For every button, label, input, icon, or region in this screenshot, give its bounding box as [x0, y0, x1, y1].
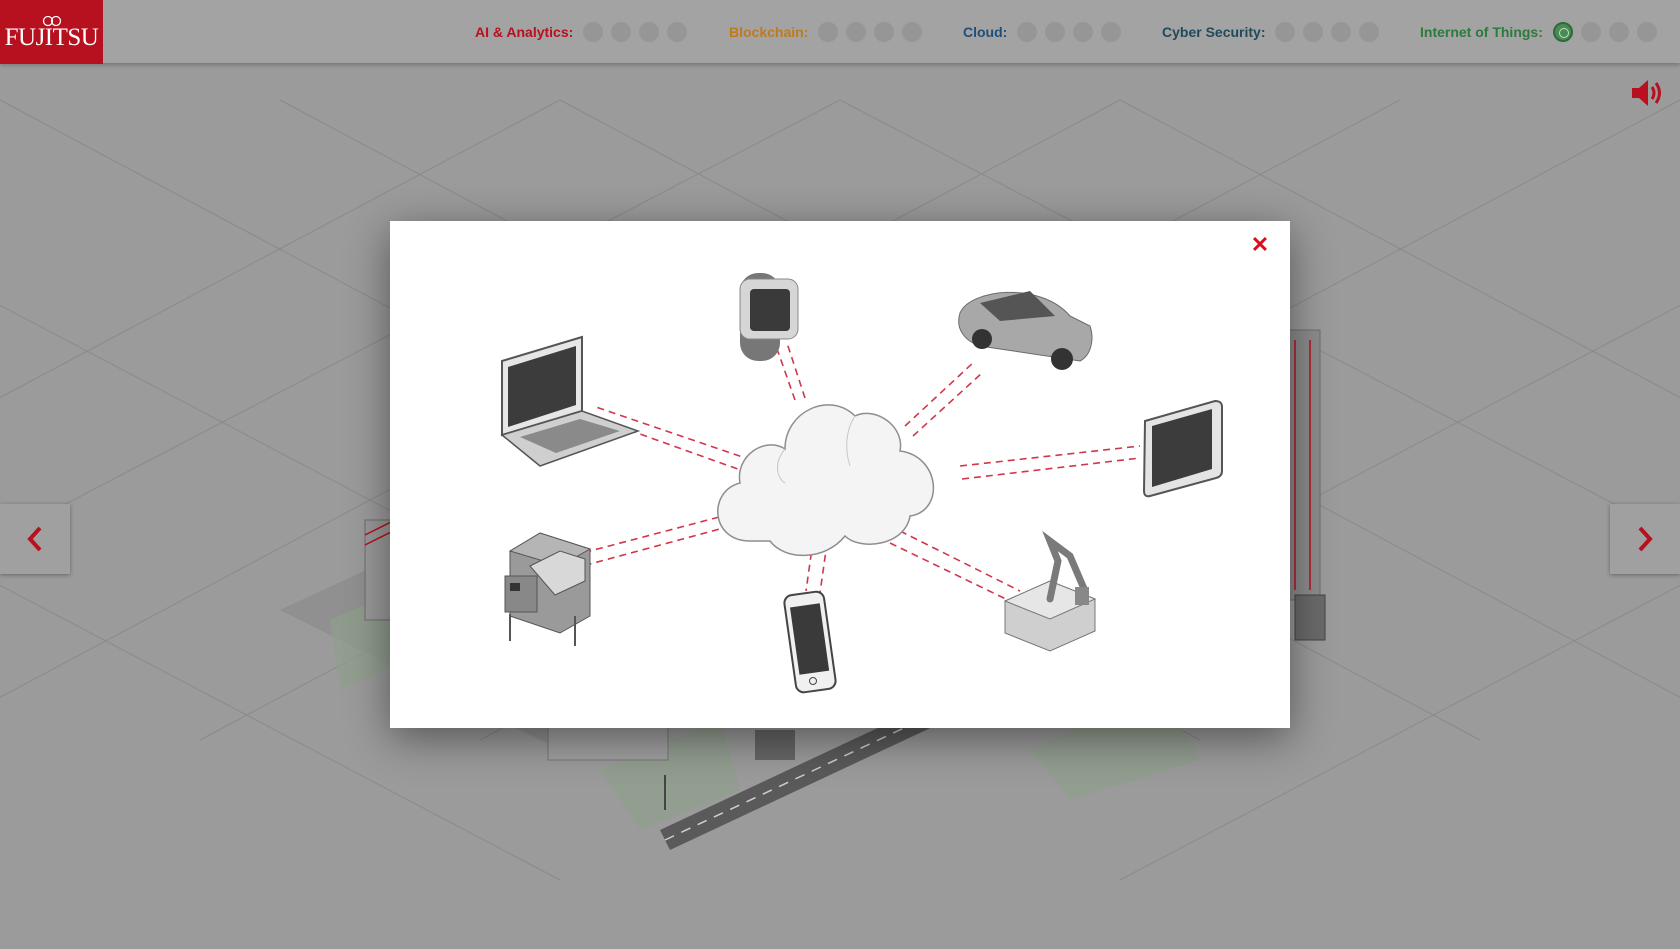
progress-label: Cloud:	[963, 24, 1008, 40]
progress-label: AI & Analytics:	[475, 24, 574, 40]
progress-dot	[818, 22, 839, 42]
previous-button[interactable]	[0, 504, 70, 574]
logo-text: FUJITSU	[4, 24, 99, 51]
progress-dot	[1073, 22, 1094, 42]
progress-dot	[1608, 22, 1629, 42]
laptop-icon	[500, 335, 641, 467]
progress-dot	[1359, 22, 1380, 42]
sound-toggle-button[interactable]	[1630, 76, 1666, 110]
progress-label: Internet of Things:	[1420, 24, 1543, 40]
next-button[interactable]	[1610, 504, 1680, 574]
progress-cloud: Cloud:	[963, 22, 1122, 42]
progress-dot	[1303, 22, 1324, 42]
progress-blockchain: Blockchain:	[729, 22, 923, 42]
car-icon	[958, 291, 1093, 370]
progress-ai-analytics: AI & Analytics:	[475, 22, 688, 42]
progress-dot-completed	[1552, 22, 1573, 42]
speaker-icon	[1632, 80, 1661, 106]
kiosk-machine-icon	[504, 532, 592, 646]
chevron-left-icon	[27, 526, 42, 552]
progress-dot	[1580, 22, 1601, 42]
smartphone-icon	[783, 590, 837, 694]
cloud-icon	[717, 404, 935, 557]
chevron-right-icon	[1638, 526, 1653, 552]
progress-dot	[902, 22, 923, 42]
progress-label: Blockchain:	[729, 24, 809, 40]
tablet-icon	[1142, 399, 1223, 498]
progress-internet-of-things: Internet of Things:	[1420, 22, 1657, 42]
progress-dot	[1331, 22, 1352, 42]
progress-dot	[667, 22, 688, 42]
fujitsu-logo[interactable]: FUJITSU	[0, 0, 103, 64]
iot-cloud-diagram	[500, 273, 1223, 694]
robotic-arm-icon	[1003, 530, 1097, 652]
progress-dot	[846, 22, 867, 42]
progress-dot	[1101, 22, 1122, 42]
progress-dot	[583, 22, 604, 42]
progress-dot	[611, 22, 632, 42]
progress-dot	[874, 22, 895, 42]
progress-cyber-security: Cyber Security:	[1162, 22, 1380, 42]
progress-dot	[1636, 22, 1657, 42]
progress-label: Cyber Security:	[1162, 24, 1266, 40]
top-bar: FUJITSU AI & Analytics: Blockchain: Clou…	[0, 0, 1680, 64]
progress-dot	[639, 22, 660, 42]
progress-dot	[1275, 22, 1296, 42]
progress-dot	[1045, 22, 1066, 42]
iot-modal-dialog: ✕	[390, 221, 1290, 728]
progress-dot	[1017, 22, 1038, 42]
